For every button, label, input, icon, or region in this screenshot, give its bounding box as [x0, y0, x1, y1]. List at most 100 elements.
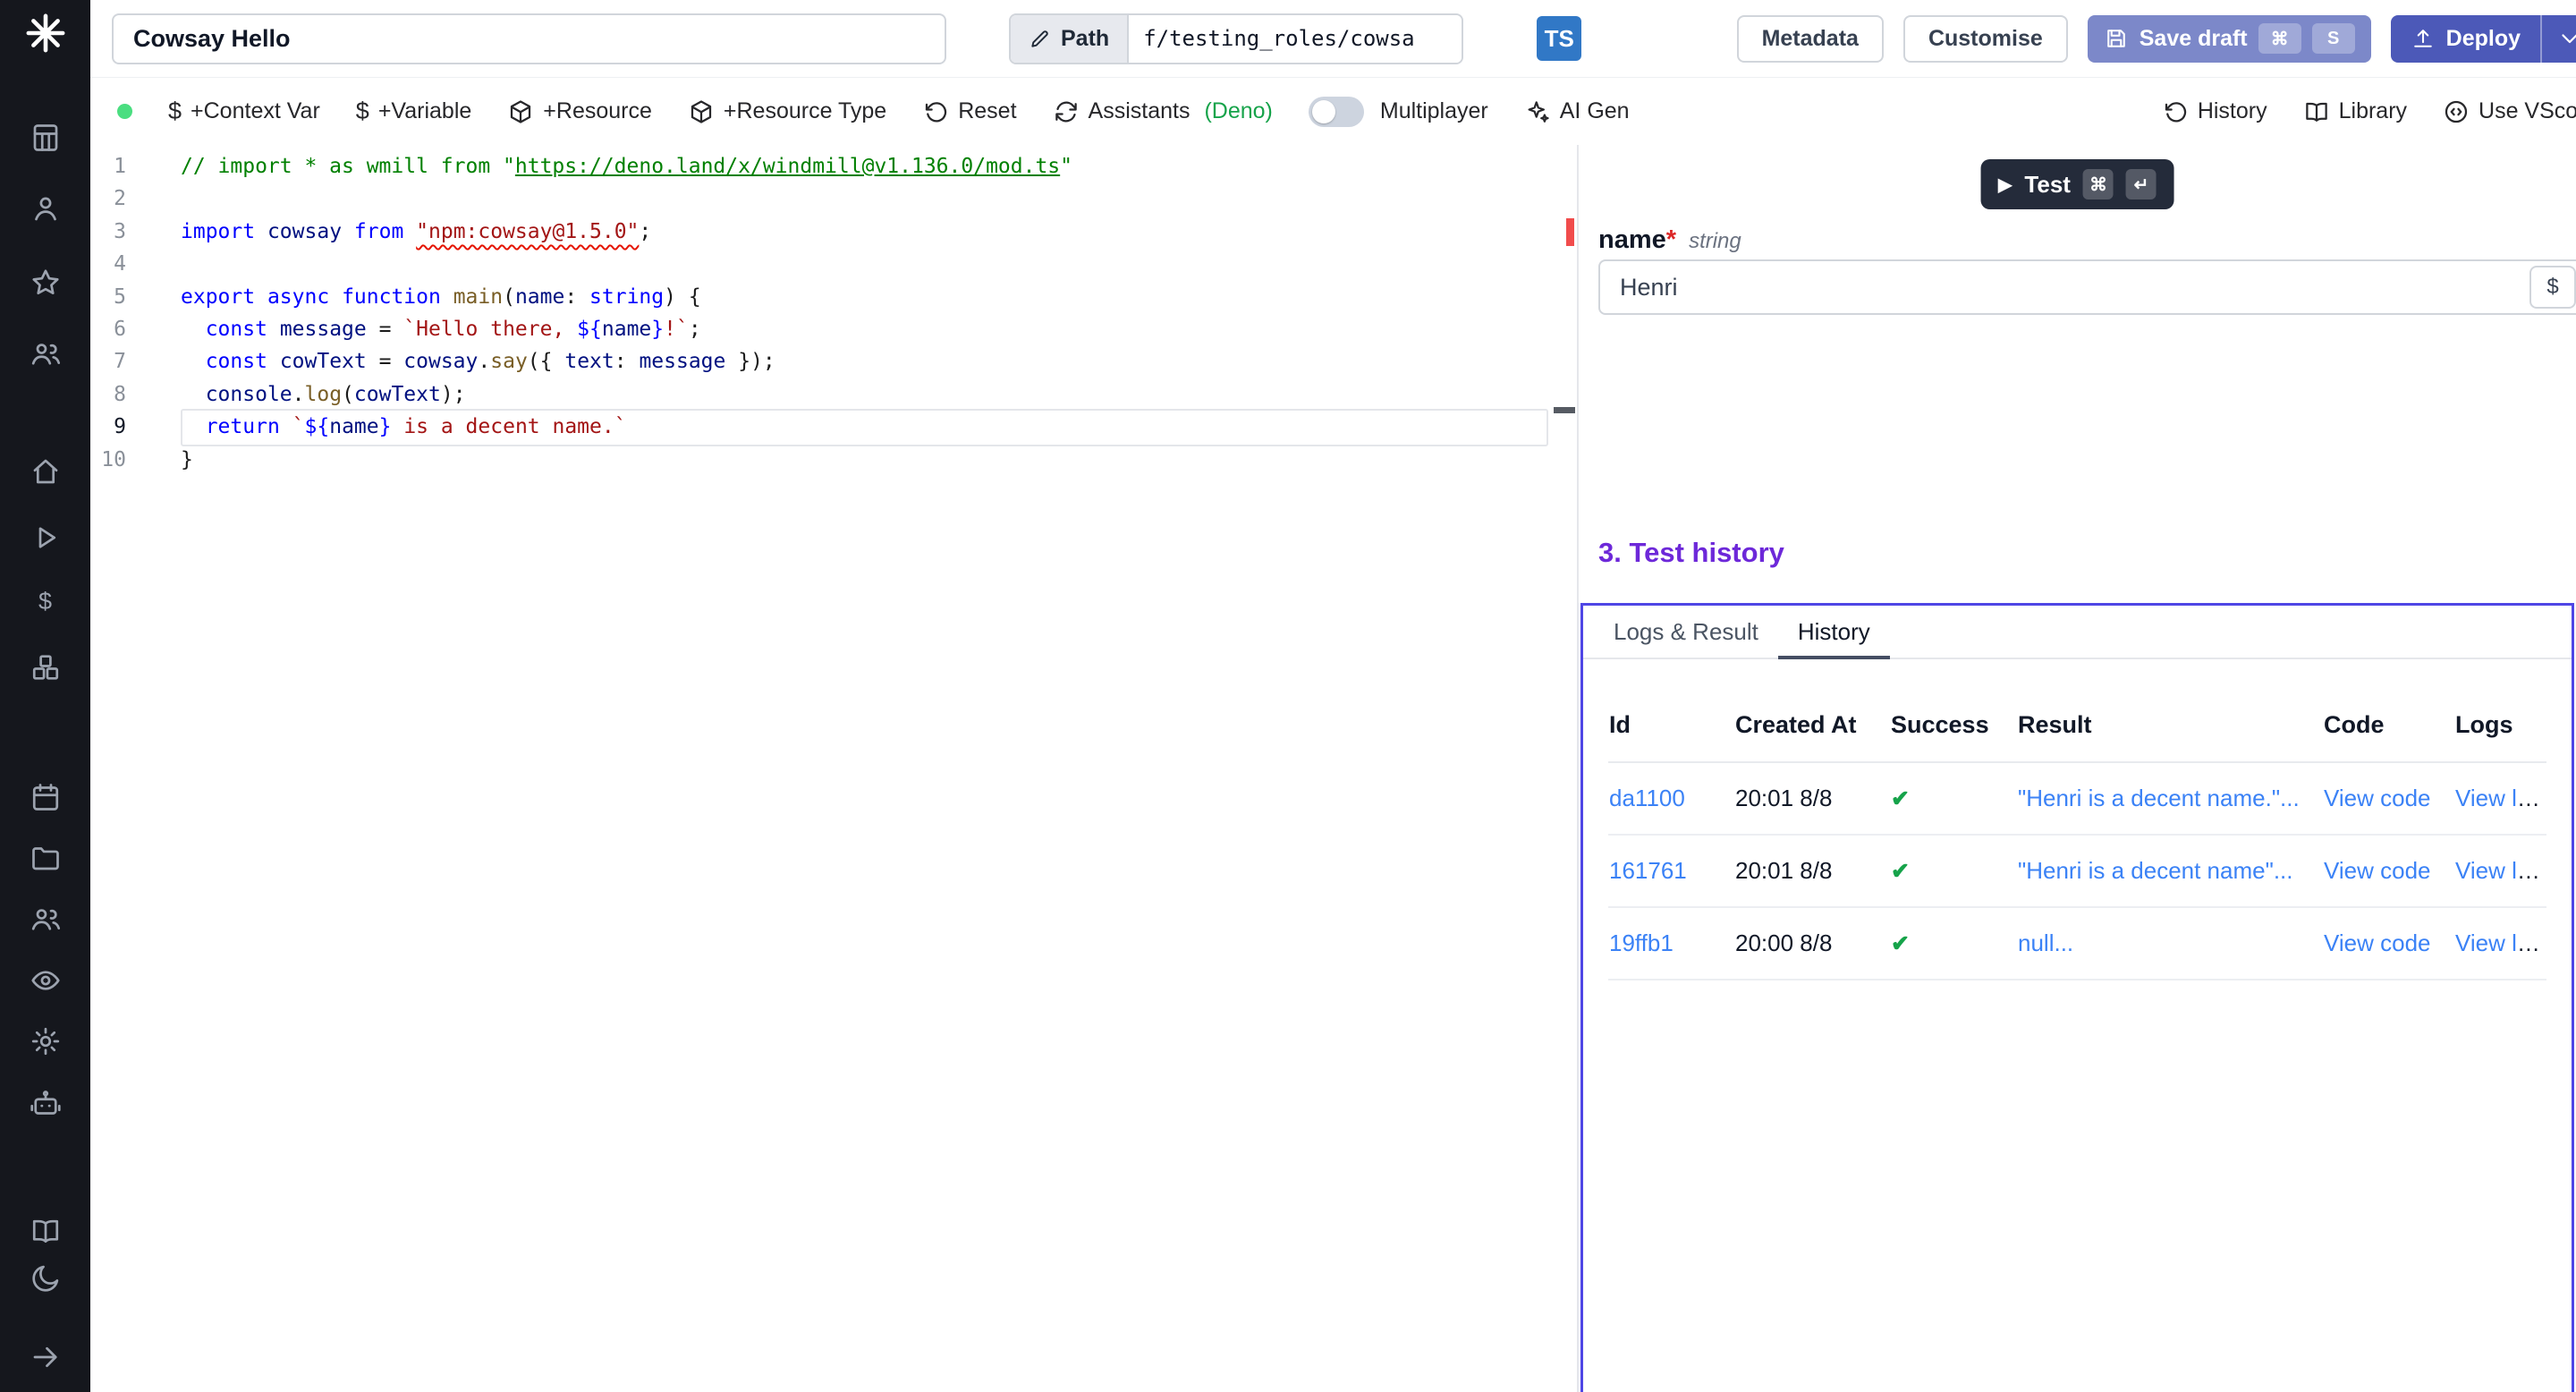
- dollar-icon: $: [168, 99, 182, 123]
- result-link[interactable]: "Henri is a decent name."...: [2018, 785, 2300, 811]
- code-content[interactable]: // import * as wmill from "https://deno.…: [181, 150, 1550, 476]
- path-label: Path: [1061, 26, 1109, 52]
- tab-logs-result[interactable]: Logs & Result: [1594, 606, 1778, 658]
- view-code-link[interactable]: View code: [2324, 785, 2431, 811]
- add-variable-button[interactable]: $ +Variable: [356, 98, 472, 124]
- metadata-button[interactable]: Metadata: [1737, 15, 1884, 63]
- add-variable-label: +Variable: [378, 98, 471, 124]
- history-button[interactable]: History: [2162, 98, 2267, 125]
- test-button[interactable]: ▶ Test ⌘ ↵: [1980, 159, 2174, 209]
- deploy-main[interactable]: Deploy: [2391, 15, 2540, 63]
- reset-button[interactable]: Reset: [922, 98, 1016, 125]
- boxes-icon[interactable]: [0, 642, 90, 692]
- success-check-icon: ✔: [1891, 859, 1910, 884]
- library-label: Library: [2339, 98, 2407, 124]
- success-check-icon: ✔: [1891, 786, 1910, 811]
- code-line[interactable]: return `${name} is a decent name.`: [181, 411, 1550, 443]
- library-button[interactable]: Library: [2303, 98, 2407, 125]
- robot-icon[interactable]: [0, 1079, 90, 1129]
- assistants-button[interactable]: Assistants (Deno): [1053, 98, 1273, 125]
- save-draft-button[interactable]: Save draft ⌘ S: [2088, 15, 2371, 63]
- library-icon[interactable]: [0, 1206, 90, 1256]
- editor-toolbar: $ +Context Var $ +Variable +Resource +Re…: [90, 78, 2576, 147]
- typescript-badge: TS: [1537, 16, 1581, 61]
- cmd-key-badge: ⌘: [2258, 23, 2301, 54]
- arrow-right-icon[interactable]: [0, 1332, 90, 1382]
- deploy-dropdown-button[interactable]: [2540, 15, 2576, 63]
- moon-icon[interactable]: [0, 1253, 90, 1303]
- multiplayer-toggle[interactable]: [1309, 97, 1364, 127]
- history-icon: [2162, 98, 2189, 125]
- test-history-title: 3. Test history: [1598, 537, 1784, 569]
- play-icon[interactable]: [0, 513, 90, 563]
- add-context-var-label: +Context Var: [191, 98, 320, 124]
- add-context-var-button[interactable]: $ +Context Var: [168, 98, 320, 124]
- assistants-lang-label: (Deno): [1204, 98, 1272, 124]
- table-row: 16176120:01 8/8✔"Henri is a decent name"…: [1608, 835, 2546, 907]
- line-number: 8: [90, 378, 126, 411]
- view-logs-link[interactable]: View logs: [2455, 785, 2546, 811]
- use-vscode-button[interactable]: Use VScode: [2443, 98, 2576, 125]
- code-line[interactable]: export async function main(name: string)…: [181, 281, 1550, 313]
- dollar-icon[interactable]: $: [0, 576, 90, 626]
- group-icon[interactable]: [0, 894, 90, 944]
- apps-icon[interactable]: [0, 113, 90, 163]
- gear-icon[interactable]: [0, 1016, 90, 1066]
- tab-history[interactable]: History: [1778, 606, 1890, 658]
- arg-name-input[interactable]: [1618, 273, 2529, 302]
- deploy-button[interactable]: Deploy: [2391, 15, 2576, 63]
- home-icon[interactable]: [0, 446, 90, 497]
- result-link[interactable]: "Henri is a decent name"...: [2018, 857, 2293, 884]
- add-resource-label: +Resource: [543, 98, 652, 124]
- code-line[interactable]: }: [181, 444, 1550, 476]
- refresh-icon: [1053, 98, 1080, 125]
- view-logs-link[interactable]: View logs: [2455, 857, 2546, 884]
- team-icon[interactable]: [0, 328, 90, 378]
- add-resource-type-label: +Resource Type: [724, 98, 886, 124]
- line-number: 9: [90, 411, 126, 443]
- ai-gen-button[interactable]: AI Gen: [1524, 98, 1630, 125]
- s-key-badge: S: [2312, 23, 2355, 54]
- play-icon: ▶: [1998, 174, 2012, 196]
- folder-icon[interactable]: [0, 833, 90, 883]
- insert-variable-button[interactable]: $: [2529, 266, 2576, 309]
- customise-button[interactable]: Customise: [1903, 15, 2068, 63]
- path-input[interactable]: [1129, 15, 1462, 63]
- chevron-down-icon: [2556, 25, 2576, 52]
- code-line[interactable]: import cowsay from "npm:cowsay@1.5.0";: [181, 216, 1550, 248]
- code-line[interactable]: console.log(cowText);: [181, 378, 1550, 411]
- code-line[interactable]: // import * as wmill from "https://deno.…: [181, 150, 1550, 182]
- view-code-link[interactable]: View code: [2324, 857, 2431, 884]
- script-name-input[interactable]: [112, 13, 946, 64]
- code-line[interactable]: const message = `Hello there, ${name}!`;: [181, 313, 1550, 345]
- field-type: string: [1689, 229, 1741, 254]
- arg-name-label: name * string: [1598, 225, 1741, 255]
- calendar-icon[interactable]: [0, 772, 90, 822]
- code-line[interactable]: const cowText = cowsay.say({ text: messa…: [181, 345, 1550, 378]
- dollar-icon: $: [356, 99, 369, 123]
- code-line[interactable]: ​: [181, 248, 1550, 280]
- path-edit-button[interactable]: Path: [1011, 15, 1129, 63]
- user-icon[interactable]: [0, 183, 90, 233]
- eye-icon[interactable]: [0, 955, 90, 1006]
- line-number: 6: [90, 313, 126, 345]
- package-icon: [688, 98, 715, 125]
- job-id-link[interactable]: 161761: [1609, 857, 1687, 884]
- line-number: 7: [90, 345, 126, 378]
- result-link[interactable]: null...: [2018, 929, 2073, 956]
- library-icon: [2303, 98, 2330, 125]
- line-number: 1: [90, 150, 126, 182]
- vscode-icon: [2443, 98, 2470, 125]
- code-editor[interactable]: 12345678910 // import * as wmill from "h…: [90, 145, 1577, 1392]
- created-at: 20:00 8/8: [1735, 929, 1832, 956]
- add-resource-button[interactable]: +Resource: [507, 98, 652, 125]
- job-id-link[interactable]: da1100: [1609, 785, 1685, 811]
- field-name: name: [1598, 225, 1666, 255]
- code-line[interactable]: ​: [181, 182, 1550, 215]
- topbar: Path TS Metadata Customise Save draft ⌘ …: [90, 0, 2576, 78]
- add-resource-type-button[interactable]: +Resource Type: [688, 98, 886, 125]
- star-icon[interactable]: [0, 258, 90, 308]
- view-logs-link[interactable]: View logs: [2455, 929, 2546, 956]
- view-code-link[interactable]: View code: [2324, 929, 2431, 956]
- job-id-link[interactable]: 19ffb1: [1609, 929, 1674, 956]
